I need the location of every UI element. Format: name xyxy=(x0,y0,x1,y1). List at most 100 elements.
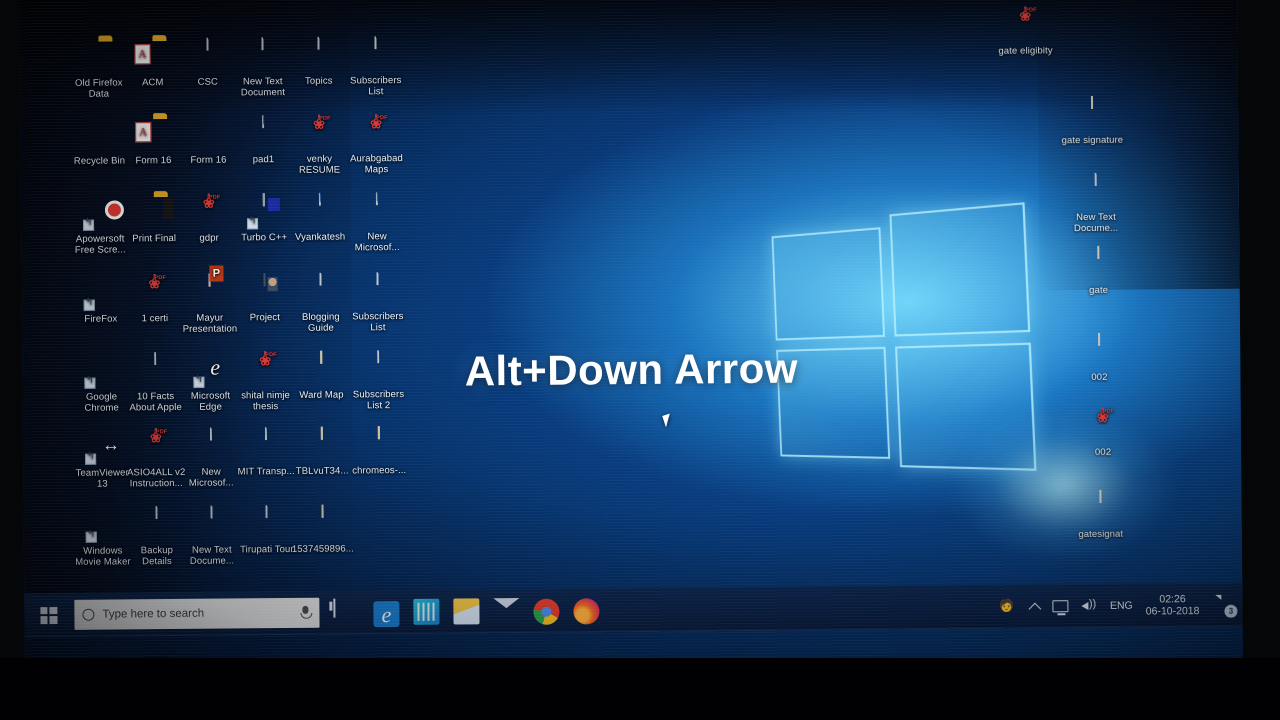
app-apowersoft-icon xyxy=(82,196,117,231)
taskbar-icon-microsoft-edge[interactable] xyxy=(373,600,400,627)
taskbar-icon-file-explorer[interactable] xyxy=(453,598,480,625)
desktop-icon-new-text-docume[interactable]: New Text Docume... xyxy=(181,507,244,567)
desktop-icon-label: 002 xyxy=(1094,446,1112,458)
volume-icon[interactable] xyxy=(1081,599,1097,613)
desktop-icon-recycle-bin[interactable]: Recycle Bin xyxy=(68,118,130,167)
clock[interactable]: 02:26 06-10-2018 xyxy=(1146,593,1200,617)
desktop-icon-label: venky RESUME xyxy=(298,153,341,176)
desktop-icon-1537459896[interactable]: 1537459896... xyxy=(292,504,354,555)
desktop-icon-new-text-document[interactable]: New Text Document xyxy=(231,39,294,99)
desktop-icon-backup-details[interactable]: Backup Details xyxy=(126,508,189,568)
pdf-icon: ❀ PDF xyxy=(1019,6,1037,25)
folder-print-icon xyxy=(137,196,171,230)
desktop-icon-acm[interactable]: ACM xyxy=(121,40,183,89)
desktop-icon-label: New Text Document xyxy=(240,76,285,98)
pdf-icon: ❀ PDF xyxy=(202,193,221,212)
desktop-icon-asio4all-v2-instruction[interactable]: ❀ PDF ASIO4ALL v2 Instruction... xyxy=(125,428,188,490)
desktop-icon-form-16[interactable]: Form 16 xyxy=(122,118,184,167)
desktop-icon-label: Aurabgabad Maps xyxy=(350,152,403,175)
desktop-icon-gdpr[interactable]: ❀ PDF gdpr xyxy=(178,193,240,244)
text-document-icon xyxy=(303,275,337,309)
desktop-icon-label: New Text Docume... xyxy=(189,544,235,567)
system-tray: ENG 02:26 06-10-2018 3 xyxy=(999,593,1243,619)
desktop-icon-new-microsof[interactable]: W New Microsof... xyxy=(346,194,409,254)
taskbar-icon-google-chrome[interactable] xyxy=(533,598,560,625)
desktop-icon-label: Backup Details xyxy=(140,545,174,567)
word-icon: W xyxy=(246,117,280,151)
recycle-bin-icon xyxy=(82,118,116,152)
desktop-icon-label: gatesignat xyxy=(1078,528,1124,541)
text-document-icon xyxy=(1079,175,1113,209)
desktop-icon-turbo-c[interactable]: Turbo C++ xyxy=(233,193,295,244)
desktop-icon-print-final[interactable]: Print Final xyxy=(123,196,185,245)
network-icon[interactable] xyxy=(1051,600,1068,613)
excel-a-icon: Xa xyxy=(249,429,283,463)
desktop-icon-mit-transp[interactable]: Xa MIT Transp... xyxy=(235,429,297,478)
image-tan-icon xyxy=(305,426,339,463)
word-icon: W xyxy=(360,194,394,228)
desktop-icon-subscribers-list[interactable]: XaSubscribers List xyxy=(346,274,409,334)
people-icon[interactable] xyxy=(999,599,1017,615)
desktop-icon-tblvut34[interactable]: TBLvuT34... xyxy=(291,426,353,477)
text-document-icon xyxy=(190,40,224,74)
desktop-icon-subscribers-list[interactable]: XSubscribers List xyxy=(344,38,407,98)
pdf-icon: ❀ PDF xyxy=(370,114,388,133)
desktop-icon-label: Recycle Bin xyxy=(73,155,126,167)
excel-icon: X xyxy=(194,430,228,464)
desktop-icon-002[interactable]: ❀ PDF 002 xyxy=(1068,407,1138,459)
show-hidden-icons-chevron-icon[interactable] xyxy=(1028,602,1041,615)
desktop-icon-label: Form 16 xyxy=(190,154,227,166)
desktop-icon-csc[interactable]: CSC xyxy=(176,39,238,88)
desktop-screen: Old Firefox Data ACM CSC New Text Document T… xyxy=(19,0,1243,676)
pdf-icon: ❀ PDF xyxy=(1096,407,1115,426)
powerpoint-icon: P xyxy=(192,265,226,310)
microphone-icon[interactable] xyxy=(299,606,311,620)
word-icon: W xyxy=(303,195,337,229)
start-button[interactable] xyxy=(24,593,72,637)
taskbar-icon-microsoft-store[interactable] xyxy=(413,598,440,625)
search-input[interactable]: Type here to search xyxy=(74,597,320,630)
desktop-icon-new-microsof[interactable]: XNew Microsof... xyxy=(180,429,243,489)
task-view-button[interactable] xyxy=(333,598,359,625)
signature-image-icon xyxy=(1075,95,1109,132)
desktop-icon-label: Print Final xyxy=(132,232,177,245)
desktop-icon-label: Form 16 xyxy=(135,155,172,167)
image-tan-icon xyxy=(306,504,340,541)
scan-image-icon xyxy=(1081,245,1115,282)
desktop-icon-aurabgabad-maps[interactable]: ❀ PDF Aurabgabad Maps xyxy=(345,114,408,176)
desktop-icon-tirupati-tour[interactable]: Tirupati Tour xyxy=(236,507,298,556)
desktop-icon-topics[interactable]: Topics xyxy=(287,38,349,87)
desktop-icon-chromeos[interactable]: chromeos-... xyxy=(348,426,410,477)
folder-pdf-icon xyxy=(136,118,170,152)
desktop-icon-new-text-docume[interactable]: New Text Docume... xyxy=(1061,175,1132,235)
app-turbo-icon xyxy=(246,193,281,230)
desktop-icon-label: Blogging Guide xyxy=(301,311,340,334)
desktop-icon-label: MIT Transp... xyxy=(237,465,295,478)
taskbar-icon-mozilla-firefox[interactable] xyxy=(573,598,600,625)
search-placeholder: Type here to search xyxy=(102,607,205,621)
desktop-icon-gatesignat[interactable]: gatesignat xyxy=(1065,489,1135,541)
desktop-icon-label: FireFox xyxy=(84,313,118,325)
desktop-icon-form-16[interactable]: Form 16 xyxy=(177,117,239,166)
desktop-icon-mayur-presentation[interactable]: P Mayur Presentation xyxy=(178,265,241,335)
desktop-icon-1-certi[interactable]: ❀ PDF 1 certi xyxy=(123,274,185,325)
desktop-icon-gate-eligibity[interactable]: ❀ PDF gate eligibity xyxy=(990,6,1060,57)
desktop-icon-firefox[interactable]: FireFox xyxy=(69,276,131,325)
taskbar-icon-mail[interactable] xyxy=(493,598,519,624)
desktop-icon-label: gate eligibity xyxy=(998,45,1053,57)
desktop-icon-vyankatesh[interactable]: W Vyankatesh xyxy=(289,194,351,243)
desktop-icon-blogging-guide[interactable]: Blogging Guide xyxy=(289,274,352,334)
desktop-icon-gate[interactable]: gate xyxy=(1063,245,1133,297)
search-icon xyxy=(82,608,95,621)
app-firefox-icon xyxy=(83,276,117,311)
desktop-icon-label: gdpr xyxy=(199,232,219,244)
photo-black-border xyxy=(0,658,1280,720)
notification-center-button[interactable]: 3 xyxy=(1212,595,1238,618)
language-indicator[interactable]: ENG xyxy=(1110,600,1133,612)
desktop-icon-project[interactable]: Project xyxy=(233,273,295,324)
desktop-icon-venky-resume[interactable]: ❀ PDF venky RESUME xyxy=(288,114,351,176)
excel-icon: X xyxy=(358,38,392,72)
desktop-icon-pad1[interactable]: Wpad1 xyxy=(232,117,294,166)
desktop-icon-label: ACM xyxy=(142,77,164,89)
desktop-icon-gate-signature[interactable]: gate signature xyxy=(1057,95,1127,147)
